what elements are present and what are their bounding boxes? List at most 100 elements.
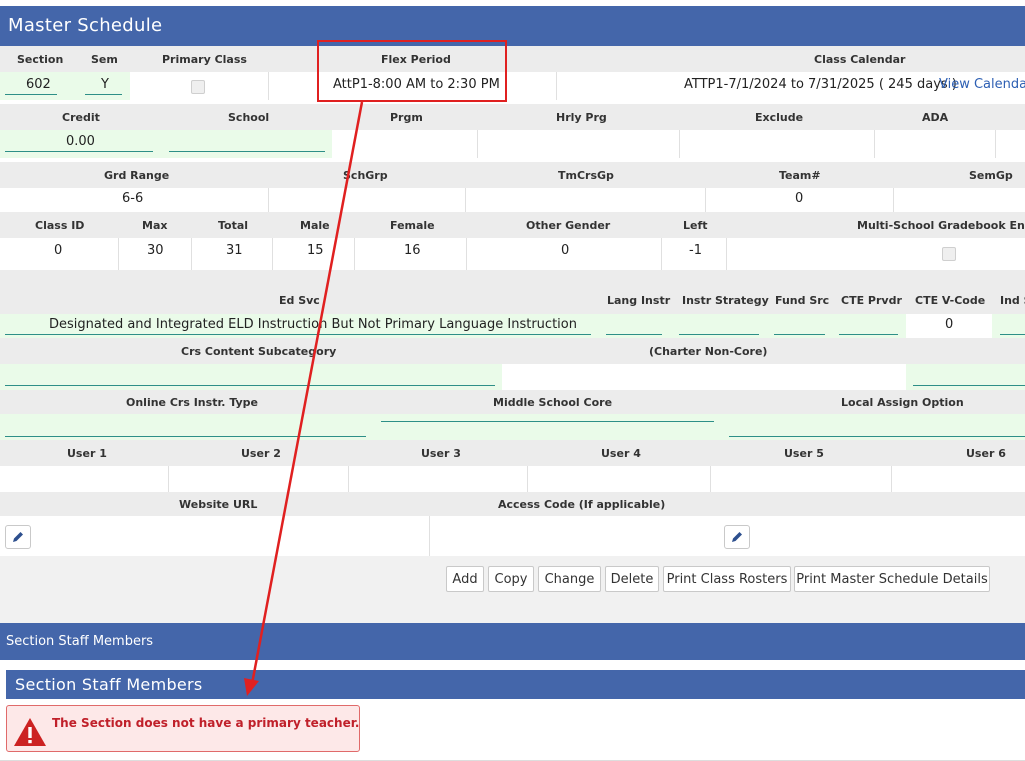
- row4-values: 0 30 31 15 16 0 -1: [0, 238, 1025, 270]
- header-user1: User 1: [67, 447, 107, 460]
- change-button[interactable]: Change: [538, 566, 601, 592]
- online-crs-field[interactable]: [5, 436, 366, 437]
- row6-header: Crs Content Subcategory (Charter Non-Cor…: [0, 338, 1025, 364]
- header-crs-content-subcategory: Crs Content Subcategory: [181, 345, 337, 358]
- row4-header: Class ID Max Total Male Female Other Gen…: [0, 212, 1025, 238]
- cte-vcode-value: 0: [945, 317, 954, 332]
- section-field[interactable]: 602: [26, 77, 51, 92]
- warning-icon: [14, 718, 46, 746]
- header-team: Team#: [779, 169, 821, 182]
- delete-button[interactable]: Delete: [605, 566, 659, 592]
- header-total: Total: [218, 219, 249, 232]
- header-prgm: Prgm: [390, 111, 423, 124]
- copy-button[interactable]: Copy: [488, 566, 534, 592]
- header-website-url: Website URL: [179, 498, 258, 511]
- pencil-icon: [732, 532, 742, 542]
- fund-src-field[interactable]: [774, 334, 825, 335]
- middle-school-core-field[interactable]: [381, 421, 714, 422]
- view-calendar-link[interactable]: View Calendar: [939, 77, 1025, 92]
- header-online-crs: Online Crs Instr. Type: [126, 396, 259, 409]
- sem-field[interactable]: Y: [101, 77, 109, 92]
- header-exclude: Exclude: [755, 111, 804, 124]
- header-middle-school-core: Middle School Core: [493, 396, 613, 409]
- header-ind-s: Ind S: [1000, 294, 1025, 307]
- header-cte-vcode: CTE V-Code: [915, 294, 986, 307]
- class-calendar-value: ATTP1-7/1/2024 to 7/31/2025 ( 245 days ): [684, 77, 957, 92]
- header-section: Section: [17, 53, 64, 66]
- pencil-icon: [13, 532, 23, 542]
- header-multi-school: Multi-School Gradebook Enab: [857, 219, 1025, 232]
- row8-values: [0, 466, 1025, 492]
- grd-range-value: 6-6: [122, 191, 144, 206]
- row6-values: [0, 364, 1025, 390]
- lang-instr-field[interactable]: [606, 334, 662, 335]
- header-grd-range: Grd Range: [104, 169, 170, 182]
- header-lang-instr: Lang Instr: [607, 294, 671, 307]
- male-value: 15: [307, 243, 324, 258]
- alert-box: The Section does not have a primary teac…: [6, 705, 360, 752]
- header-user6: User 6: [966, 447, 1006, 460]
- alert-message: The Section does not have a primary teac…: [52, 716, 360, 730]
- primary-class-checkbox[interactable]: [191, 80, 205, 94]
- header-class-id: Class ID: [35, 219, 85, 232]
- header-primary-class: Primary Class: [162, 53, 247, 66]
- row8-header: User 1 User 2 User 3 User 4 User 5 User …: [0, 440, 1025, 466]
- print-master-schedule-details-button[interactable]: Print Master Schedule Details: [794, 566, 990, 592]
- header-female: Female: [390, 219, 435, 232]
- header-user2: User 2: [241, 447, 281, 460]
- ind-s-field[interactable]: [1000, 334, 1025, 335]
- multi-school-checkbox[interactable]: [942, 247, 956, 261]
- flex-period-highlight: [317, 40, 507, 102]
- row2-values: 0.00: [0, 130, 1025, 158]
- header-schgrp: SchGrp: [343, 169, 388, 182]
- row7-values: [0, 414, 1025, 440]
- header-fund-src: Fund Src: [775, 294, 830, 307]
- crs-content-subcategory-field[interactable]: [5, 385, 495, 386]
- left-value: -1: [689, 243, 702, 258]
- charter-non-core-field[interactable]: [913, 385, 1025, 386]
- header-cte-prvdr: CTE Prvdr: [841, 294, 902, 307]
- header-male: Male: [300, 219, 330, 232]
- header-sem: Sem: [91, 53, 118, 66]
- header-local-assign: Local Assign Option: [841, 396, 964, 409]
- edit-access-code-button[interactable]: [724, 525, 750, 549]
- header-ed-svc: Ed Svc: [279, 294, 320, 307]
- page-title: Master Schedule: [0, 6, 1025, 46]
- team-value: 0: [795, 191, 804, 206]
- header-other-gender: Other Gender: [526, 219, 611, 232]
- row3-values: 6-6 0: [0, 188, 1025, 212]
- row1-values: 602 Y AttP1-8:00 AM to 2:30 PM ATTP1-7/1…: [0, 72, 1025, 100]
- header-instr-strategy: Instr Strategy: [682, 294, 769, 307]
- header-max: Max: [142, 219, 168, 232]
- local-assign-field[interactable]: [729, 436, 1025, 437]
- print-class-rosters-button[interactable]: Print Class Rosters: [663, 566, 791, 592]
- header-tmcrsgp: TmCrsGp: [558, 169, 614, 182]
- female-value: 16: [404, 243, 421, 258]
- row2-header: Credit School Prgm Hrly Prg Exclude ADA: [0, 104, 1025, 130]
- header-charter-non-core: (Charter Non-Core): [649, 345, 768, 358]
- credit-field[interactable]: 0.00: [66, 134, 95, 149]
- section-staff-title: Section Staff Members: [6, 670, 1025, 699]
- header-ada: ADA: [922, 111, 949, 124]
- class-id-value: 0: [54, 243, 63, 258]
- add-button[interactable]: Add: [446, 566, 484, 592]
- row7-header: Online Crs Instr. Type Middle School Cor…: [0, 390, 1025, 414]
- other-gender-value: 0: [561, 243, 570, 258]
- ed-svc-field[interactable]: Designated and Integrated ELD Instructio…: [49, 317, 577, 332]
- row9-header: Website URL Access Code (If applicable): [0, 492, 1025, 516]
- row5-header: Ed Svc Lang Instr Instr Strategy Fund Sr…: [0, 270, 1025, 314]
- header-class-calendar: Class Calendar: [814, 53, 906, 66]
- header-semgp: SemGp: [969, 169, 1013, 182]
- header-left: Left: [683, 219, 708, 232]
- header-school: School: [228, 111, 270, 124]
- school-field[interactable]: [169, 151, 325, 152]
- row9-values: [0, 516, 1025, 556]
- max-value: 30: [147, 243, 164, 258]
- row3-header: Grd Range SchGrp TmCrsGp Team# SemGp: [0, 162, 1025, 188]
- section-staff-bar: Section Staff Members: [0, 623, 1025, 660]
- edit-website-url-button[interactable]: [5, 525, 31, 549]
- header-user5: User 5: [784, 447, 824, 460]
- instr-strategy-field[interactable]: [679, 334, 759, 335]
- header-user4: User 4: [601, 447, 641, 460]
- cte-prvdr-field[interactable]: [839, 334, 898, 335]
